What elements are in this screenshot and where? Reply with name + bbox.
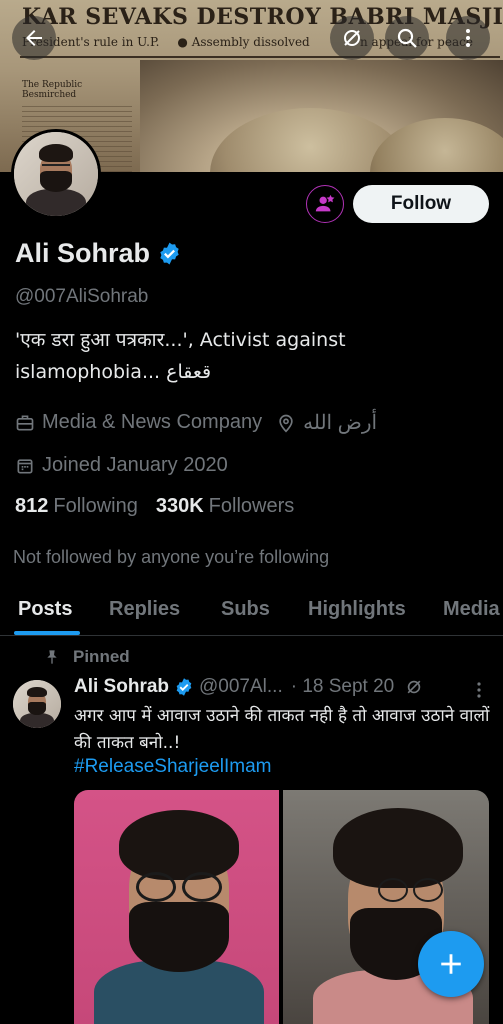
post-more-icon[interactable]: [472, 680, 486, 700]
more-vertical-icon: [466, 29, 470, 47]
profile-meta-row: Media & News Company أرض الله: [15, 410, 377, 435]
avatar-glasses: [41, 163, 71, 169]
tab-posts[interactable]: Posts: [18, 598, 72, 621]
following-count: 812: [15, 495, 49, 517]
banner-subline-2: ● Assembly dissolved: [177, 35, 310, 49]
person-star-icon: [315, 194, 335, 212]
followers-label: Followers: [208, 495, 295, 517]
subscribe-button[interactable]: [306, 185, 344, 223]
back-button[interactable]: [12, 16, 56, 60]
verified-badge-icon[interactable]: [157, 241, 182, 266]
banner-subline: President's rule in U.P. ● Assembly disso…: [22, 35, 473, 49]
search-icon: [397, 28, 417, 48]
post-text: अगर आप में आवाज उठाने की ताकत नही है तो …: [74, 706, 490, 753]
image-1-glasses-right: [182, 872, 222, 902]
profile-name: Ali Sohrab: [15, 238, 151, 268]
mute-notifications-button[interactable]: [330, 16, 374, 60]
image-1-glasses-left: [136, 872, 176, 902]
active-tab-indicator: [14, 631, 80, 635]
post-header: Ali Sohrab @007Al... · 18 Sept 20: [74, 676, 494, 698]
location-pin-icon: [279, 414, 293, 433]
verified-badge-icon: [176, 678, 192, 696]
followers-link[interactable]: 330K Followers: [156, 495, 294, 518]
avatar-shirt: [19, 712, 55, 728]
post-author-avatar[interactable]: [13, 680, 61, 728]
image-2-glasses-left: [378, 878, 408, 902]
avatar-shirt: [25, 189, 87, 216]
pinned-label: Pinned: [73, 647, 130, 666]
followers-count: 330K: [155, 495, 204, 517]
calendar-icon: [17, 458, 33, 473]
tab-media[interactable]: Media: [443, 598, 500, 621]
following-label: Following: [53, 495, 138, 517]
profile-location-row: أرض الله: [276, 410, 377, 435]
briefcase-icon: [16, 415, 34, 430]
post-date[interactable]: · 18 Sept 20: [291, 676, 395, 698]
profile-joined-row: Joined January 2020: [15, 454, 228, 477]
tab-replies[interactable]: Replies: [109, 598, 180, 621]
not-followed-note: Not followed by anyone you’re following: [13, 547, 330, 567]
profile-name-row: Ali Sohrab: [15, 238, 182, 269]
tab-highlights[interactable]: Highlights: [308, 598, 406, 621]
arrow-left-icon: [26, 30, 42, 46]
post-author-handle[interactable]: @007Al...: [199, 676, 283, 698]
post-hashtag[interactable]: #ReleaseSharjeelImam: [74, 756, 272, 778]
post-author-name[interactable]: Ali Sohrab: [74, 676, 169, 698]
banner-column-title: The Republic Besmirched: [22, 80, 83, 100]
notifications-off-icon: [344, 30, 360, 46]
image-1-beard: [129, 902, 229, 972]
avatar-beard: [27, 702, 47, 715]
grok-icon[interactable]: [404, 677, 424, 697]
following-link[interactable]: 812 Following: [15, 495, 138, 518]
follow-button[interactable]: Follow: [353, 185, 489, 223]
pin-icon: [47, 650, 57, 664]
post-image-1[interactable]: [74, 790, 279, 1024]
profile-location: أرض الله: [303, 412, 378, 434]
more-options-button[interactable]: [446, 16, 490, 60]
pinned-label-row: Pinned: [44, 647, 130, 667]
tab-subs[interactable]: Subs: [221, 598, 270, 621]
banner-rule: [20, 56, 500, 58]
bio-line-1: 'एक डरा हुआ पत्रकार...', Activist agains…: [15, 329, 346, 351]
profile-category[interactable]: Media & News Company: [42, 411, 262, 434]
profile-tabs: Posts Replies Subs Highlights Media: [0, 590, 503, 636]
image-2-glasses-right: [413, 878, 443, 902]
avatar-hair: [27, 686, 47, 698]
profile-joined: Joined January 2020: [42, 454, 228, 476]
search-button[interactable]: [385, 16, 429, 60]
compose-post-button[interactable]: [418, 931, 484, 997]
profile-handle: @007AliSohrab: [15, 286, 149, 307]
avatar-hair: [39, 143, 73, 163]
banner-headline: KAR SEVAKS DESTROY BABRI MASJID: [22, 4, 503, 30]
profile-avatar[interactable]: [11, 129, 101, 219]
profile-bio: 'एक डरा हुआ पत्रकार...', Activist agains…: [15, 324, 485, 388]
bio-line-2: islamophobia... قعقاع: [15, 361, 212, 383]
image-2-hair: [333, 808, 463, 888]
plus-icon: [441, 954, 461, 974]
image-1-hair: [119, 810, 239, 880]
profile-stats: 812 Following 330K Followers: [15, 495, 294, 518]
